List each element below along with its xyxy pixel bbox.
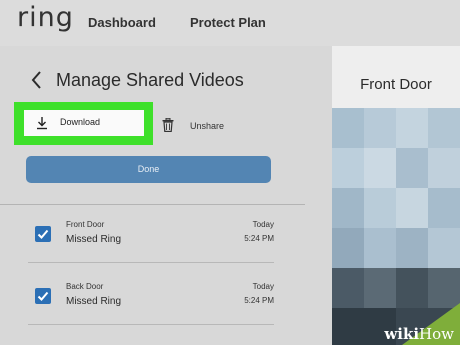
item-location: Front Door: [66, 220, 105, 229]
nav-protect-plan[interactable]: Protect Plan: [190, 15, 266, 30]
divider: [0, 204, 305, 205]
item-event: Missed Ring: [66, 234, 122, 245]
done-button[interactable]: Done: [26, 156, 271, 183]
video-thumbnail[interactable]: [332, 108, 460, 345]
item-time: 5:24 PM: [244, 234, 274, 243]
checkmark-icon: [37, 229, 49, 239]
ring-logo[interactable]: ring: [17, 2, 74, 33]
download-button[interactable]: Download: [24, 110, 144, 136]
download-icon: [37, 117, 47, 130]
list-item[interactable]: Front Door Missed Ring Today 5:24 PM: [0, 212, 305, 264]
row-divider: [28, 324, 274, 325]
item-time: 5:24 PM: [244, 296, 274, 305]
manage-shared-videos-panel: Manage Shared Videos Download Unshare Do…: [0, 46, 332, 345]
back-arrow-icon[interactable]: [30, 70, 44, 90]
item-day: Today: [252, 220, 274, 229]
video-preview-panel: Front Door wikiHow: [332, 46, 460, 345]
row-divider: [28, 262, 274, 263]
download-label: Download: [60, 117, 101, 127]
checkbox[interactable]: [35, 226, 51, 242]
item-day: Today: [252, 282, 274, 291]
nav-dashboard[interactable]: Dashboard: [88, 15, 156, 30]
watermark-wiki: wiki: [384, 325, 420, 343]
preview-title: Front Door: [360, 76, 432, 93]
checkmark-icon: [37, 291, 49, 301]
top-bar: ring Dashboard Protect Plan: [0, 0, 460, 46]
item-location: Back Door: [66, 282, 104, 291]
item-event: Missed Ring: [66, 296, 122, 307]
list-item[interactable]: Back Door Missed Ring Today 5:24 PM: [0, 274, 305, 326]
watermark-how: How: [419, 325, 454, 343]
unshare-button[interactable]: Unshare: [190, 121, 224, 131]
checkbox[interactable]: [35, 288, 51, 304]
page-title: Manage Shared Videos: [56, 70, 244, 90]
download-highlight: Download: [14, 102, 153, 145]
trash-icon[interactable]: [162, 118, 174, 132]
wikihow-watermark: wikiHow: [384, 325, 454, 343]
